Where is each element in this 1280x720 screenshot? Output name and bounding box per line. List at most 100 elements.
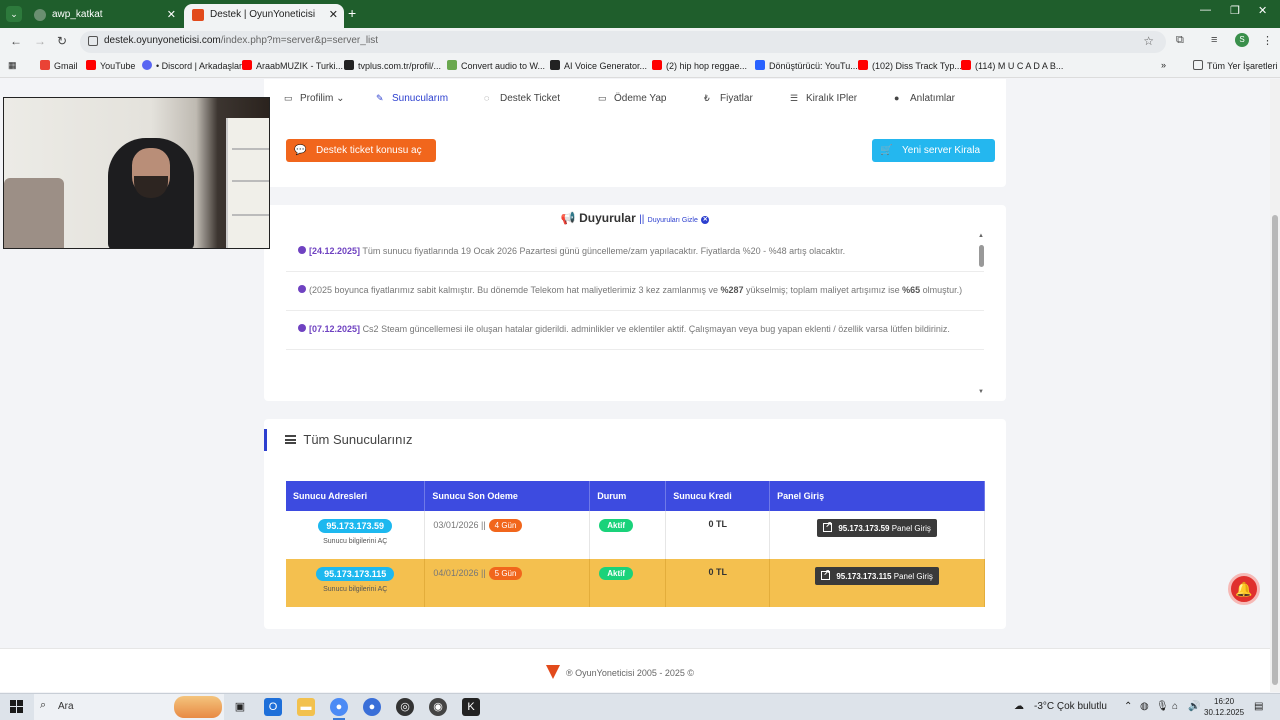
nav-kiralik-ipler[interactable]: ☰ Kiralık IPler	[790, 93, 857, 104]
chat-icon: ◌	[484, 93, 490, 103]
nav-sunucularim[interactable]: ✎ Sunucularım	[376, 93, 448, 104]
rent-server-button[interactable]: 🛒 Yeni server Kirala	[872, 139, 995, 162]
close-window-icon[interactable]: ✕	[1258, 4, 1267, 17]
column-header: Panel Giriş	[769, 481, 985, 511]
bookmark-item[interactable]: (102) Diss Track Typ...	[858, 60, 962, 71]
windows-start-icon[interactable]	[10, 700, 23, 713]
server-info-link[interactable]: Sunucu bilgilerini AÇ	[286, 538, 424, 545]
server-info-link[interactable]: Sunucu bilgilerini AÇ	[286, 586, 424, 593]
nav-odeme-yap[interactable]: ▭ Ödeme Yap	[598, 93, 666, 104]
more-bookmarks-icon[interactable]: »	[1161, 60, 1166, 70]
column-header: Durum	[589, 481, 667, 511]
table-row: 95.173.173.115 Sunucu bilgilerini AÇ 04/…	[286, 559, 985, 607]
bookmark-item[interactable]: (2) hip hop reggae...	[652, 60, 747, 71]
chrome-menu-icon[interactable]: ⋮	[1262, 34, 1273, 47]
brand-logo-icon	[546, 665, 560, 679]
search-highlight-image	[174, 696, 222, 718]
list-icon: ☰	[790, 93, 799, 103]
browser-tab-destek[interactable]: Destek | OyunYoneticisi Sistemi ✕	[184, 4, 344, 42]
weather-icon[interactable]: ☁	[1014, 701, 1024, 712]
microphone-icon[interactable]: 🎙	[1156, 701, 1169, 712]
chat-bubble-icon: 💬	[294, 145, 307, 156]
footer-text: ® OyunYoneticisi 2005 - 2025 ©	[566, 668, 695, 678]
bookmark-item[interactable]: (114) M U C A D A B...	[961, 60, 1063, 71]
app-icon[interactable]: ◉	[429, 698, 447, 716]
announcement-scrollbar[interactable]: ▲ ▼	[978, 233, 986, 395]
app-icon[interactable]: K	[462, 698, 480, 716]
browser-tab-awp[interactable]: awp_katkat ✕	[26, 4, 182, 28]
servers-card: Tüm Sunucularınız Sunucu Adresleri Sunuc…	[264, 419, 1006, 629]
bookmarks-bar: ▦ Gmail YouTube • Discord | Arkadaşlar A…	[0, 56, 1280, 78]
close-circle-icon[interactable]: ✕	[701, 216, 710, 224]
site-info-icon[interactable]	[88, 36, 98, 46]
back-icon[interactable]: ←	[10, 34, 22, 48]
file-explorer-icon[interactable]: ▬	[297, 698, 315, 716]
nav-anlatimlar[interactable]: ● Anlatımlar	[894, 93, 955, 104]
taskbar-clock[interactable]: 16:20 30.12.2025	[1204, 696, 1244, 718]
scroll-down-icon[interactable]: ▼	[978, 389, 984, 395]
app-icon[interactable]: ●	[363, 698, 381, 716]
open-ticket-button[interactable]: 💬 Destek ticket konusu aç	[286, 139, 436, 162]
announcement-item: (2025 boyunca fiyatlarımız sabit kalmışt…	[286, 272, 984, 311]
bookmark-item[interactable]: YouTube	[86, 60, 135, 71]
all-bookmarks[interactable]: Tüm Yer İşaretleri	[1193, 60, 1278, 71]
scroll-thumb[interactable]	[979, 245, 984, 267]
lira-icon: ₺	[704, 93, 710, 103]
panel-login-button[interactable]: 95.173.173.59 Panel Giriş	[817, 519, 937, 537]
tab-search-icon[interactable]: ⌄	[6, 6, 22, 22]
nav-destek-ticket[interactable]: ◌ Destek Ticket	[484, 93, 560, 104]
notifications-icon[interactable]: ▤	[1254, 701, 1263, 712]
close-tab-icon[interactable]: ✕	[167, 4, 176, 26]
chrome-icon[interactable]: ●	[330, 698, 348, 720]
forward-icon[interactable]: →	[34, 34, 46, 48]
bookmark-item[interactable]: tvplus.com.tr/profil/...	[344, 60, 441, 71]
extensions-icon[interactable]: ⧉	[1176, 34, 1184, 47]
obs-icon[interactable]: ◎	[396, 698, 414, 716]
restore-icon[interactable]: ❐	[1230, 4, 1240, 17]
main-nav: ▭ Profilim ⌄ ✎ Sunucularım ◌ Destek Ticket …	[264, 79, 1006, 115]
webcam-chair	[4, 178, 64, 248]
scroll-up-icon[interactable]: ▲	[978, 233, 984, 239]
taskbar-search[interactable]: ⌕ Ara	[34, 694, 224, 720]
bookmark-item[interactable]: • Discord | Arkadaşlar	[142, 60, 242, 71]
apps-grid-icon[interactable]: ▦	[8, 60, 17, 71]
minimize-icon[interactable]: —	[1200, 4, 1211, 16]
bookmark-item[interactable]: AI Voice Generator...	[550, 60, 647, 71]
days-left-badge: 4 Gün	[488, 519, 523, 532]
server-ip-badge[interactable]: 95.173.173.115	[316, 567, 395, 581]
task-view-icon[interactable]: ▣	[231, 698, 249, 716]
table-row: 95.173.173.59 Sunucu bilgilerini AÇ 03/0…	[286, 511, 985, 559]
new-tab-icon[interactable]: +	[348, 5, 356, 21]
announcement-dot-icon	[298, 246, 306, 254]
bookmark-item[interactable]: Convert audio to W...	[447, 60, 545, 71]
tray-app-icon[interactable]: ◍	[1140, 701, 1149, 712]
nav-fiyatlar[interactable]: ₺ Fiyatlar	[704, 93, 753, 104]
tray-chevron-icon[interactable]: ⌃	[1124, 701, 1132, 712]
url-text: destek.oyunyoneticisi.com/index.php?m=se…	[104, 35, 379, 46]
bookmark-star-icon[interactable]: ☆	[1143, 34, 1154, 48]
nav-profilim[interactable]: ▭ Profilim ⌄	[284, 93, 345, 104]
close-tab-icon[interactable]: ✕	[329, 4, 338, 26]
bookmark-item[interactable]: AraabMUZIK - Turki...	[242, 60, 343, 71]
hide-announcements-link[interactable]: Duyuruları Gizle	[648, 217, 698, 224]
announcement-item: [24.12.2025] Tüm sunucu fiyatlarında 19 …	[286, 233, 984, 272]
network-icon[interactable]: ⌂	[1172, 701, 1178, 712]
weather-text[interactable]: -3°C Çok bulutlu	[1034, 701, 1107, 712]
server-ip-badge[interactable]: 95.173.173.59	[318, 519, 392, 533]
notification-bell-icon[interactable]: 🔔	[1228, 573, 1260, 605]
announcement-list[interactable]: [24.12.2025] Tüm sunucu fiyatlarında 19 …	[286, 233, 984, 397]
youtube-icon	[652, 60, 662, 70]
convert-icon	[447, 60, 457, 70]
panel-login-button[interactable]: 95.173.173.115 Panel Giriş	[815, 567, 939, 585]
media-icon[interactable]: ≡	[1211, 34, 1217, 46]
bookmark-item[interactable]: Dönüştürücü: YouTu...	[755, 60, 858, 71]
bookmark-item[interactable]: Gmail	[40, 60, 78, 71]
page-scrollbar[interactable]	[1270, 79, 1280, 692]
volume-icon[interactable]: 🔊	[1188, 701, 1200, 712]
reload-icon[interactable]: ↻	[57, 34, 67, 48]
url-field[interactable]: destek.oyunyoneticisi.com/index.php?m=se…	[80, 31, 1166, 53]
outlook-icon[interactable]: O	[264, 698, 282, 716]
page-scroll-thumb[interactable]	[1272, 215, 1278, 685]
profile-avatar[interactable]: S	[1235, 33, 1249, 47]
info-icon: ●	[894, 93, 900, 103]
